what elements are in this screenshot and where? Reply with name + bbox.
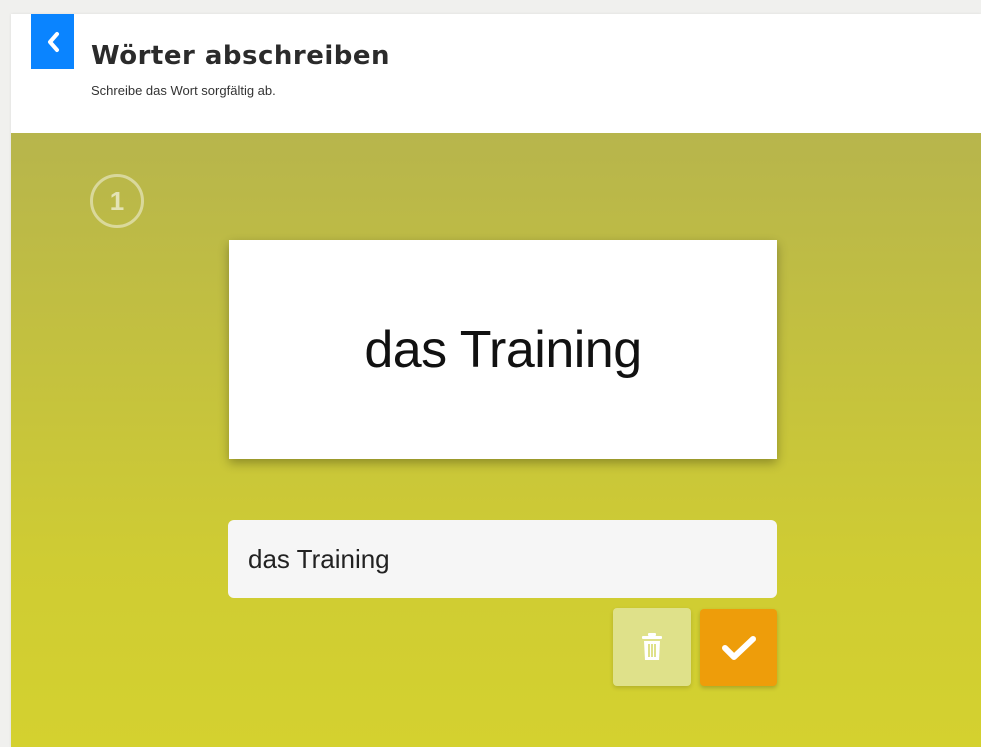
page-title: Wörter abschreiben bbox=[91, 41, 391, 71]
delete-button[interactable] bbox=[613, 608, 691, 686]
checkmark-icon bbox=[721, 635, 756, 660]
answer-input[interactable] bbox=[228, 520, 777, 598]
check-button[interactable] bbox=[700, 609, 777, 686]
app-frame: Wörter abschreiben Schreibe das Wort sor… bbox=[11, 14, 981, 747]
word-card: das Training bbox=[229, 240, 777, 459]
page-subtitle: Schreibe das Wort sorgfältig ab. bbox=[91, 83, 276, 98]
step-indicator: 1 bbox=[90, 174, 144, 228]
target-word: das Training bbox=[364, 320, 642, 379]
exercise-area: 1 das Training bbox=[11, 133, 981, 747]
trash-icon bbox=[642, 633, 662, 660]
chevron-left-icon bbox=[47, 31, 59, 52]
back-button[interactable] bbox=[31, 14, 74, 69]
